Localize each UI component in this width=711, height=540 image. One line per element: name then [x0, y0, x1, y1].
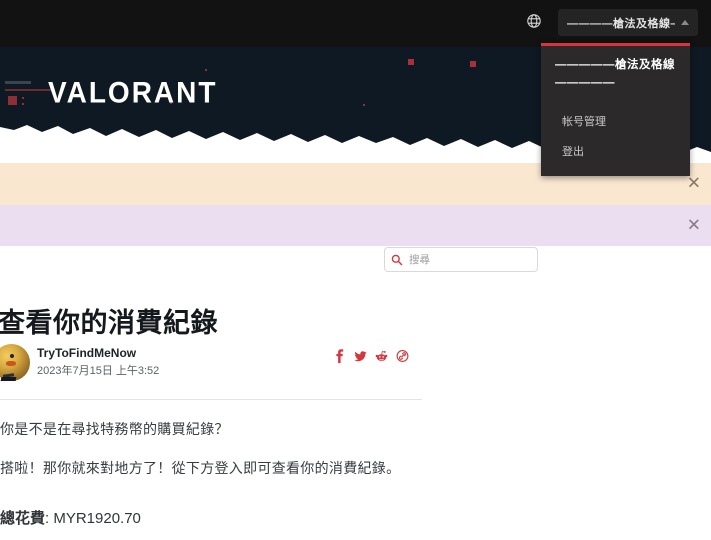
- article-paragraph: 搭啦！那你就來對地方了！從下方登入即可查看你的消費紀錄。: [0, 458, 400, 478]
- reddit-share-icon[interactable]: [375, 349, 388, 363]
- copy-link-share-icon[interactable]: [396, 349, 409, 363]
- search-box[interactable]: [384, 247, 538, 272]
- hero-decor-speck: [363, 104, 365, 106]
- avatar-detail: [6, 361, 16, 366]
- hero-decor-speck: [205, 69, 207, 71]
- account-dropdown-menu: —————槍法及格線————— 帐号管理 登出: [541, 43, 690, 176]
- avatar-detail: [10, 354, 14, 358]
- account-dropdown-username: —————槍法及格線—————: [541, 46, 690, 106]
- page-title: 查看你的消費紀錄: [0, 301, 218, 340]
- hero-decor-red-square: [8, 96, 17, 105]
- author-name: TryToFindMeNow: [37, 346, 136, 360]
- valorant-logo: VALORANT: [48, 76, 217, 110]
- dropdown-spacer: [541, 166, 690, 176]
- notice-banner-lavender: ✕: [0, 205, 711, 246]
- menu-item-logout[interactable]: 登出: [541, 136, 690, 166]
- hero-decor-red-square: [408, 59, 414, 65]
- hero-decor-microtext: [5, 81, 31, 84]
- chevron-up-icon: [681, 20, 689, 25]
- graduation-cap-icon: [1, 377, 17, 381]
- account-dropdown-button[interactable]: ————槍法及格線—...: [558, 9, 698, 36]
- hero-decor-dot: [22, 97, 24, 99]
- article-timestamp: 2023年7月15日 上午3:52: [37, 362, 159, 378]
- top-navigation-bar: ————槍法及格線—...: [0, 0, 711, 47]
- close-icon[interactable]: ✕: [683, 213, 705, 238]
- total-spend-label: 總花費: [0, 510, 45, 527]
- total-spend-value: : MYR1920.70: [45, 510, 141, 527]
- menu-item-account-management[interactable]: 帐号管理: [541, 106, 690, 136]
- twitter-share-icon[interactable]: [354, 349, 367, 363]
- hero-decor-red-square: [470, 61, 476, 67]
- search-icon: [391, 254, 403, 266]
- account-dropdown-label: ————槍法及格線—...: [567, 15, 675, 31]
- facebook-share-icon[interactable]: [333, 349, 346, 363]
- hero-decor-dot: [22, 103, 24, 105]
- share-icon-row: [333, 349, 409, 363]
- total-spend-line: 總花費: MYR1920.70: [0, 507, 141, 528]
- section-divider: [0, 399, 422, 400]
- search-input[interactable]: [409, 254, 531, 266]
- article-paragraph: 你是不是在尋找特務幣的購買紀錄？: [0, 419, 229, 439]
- globe-language-icon[interactable]: [526, 13, 542, 29]
